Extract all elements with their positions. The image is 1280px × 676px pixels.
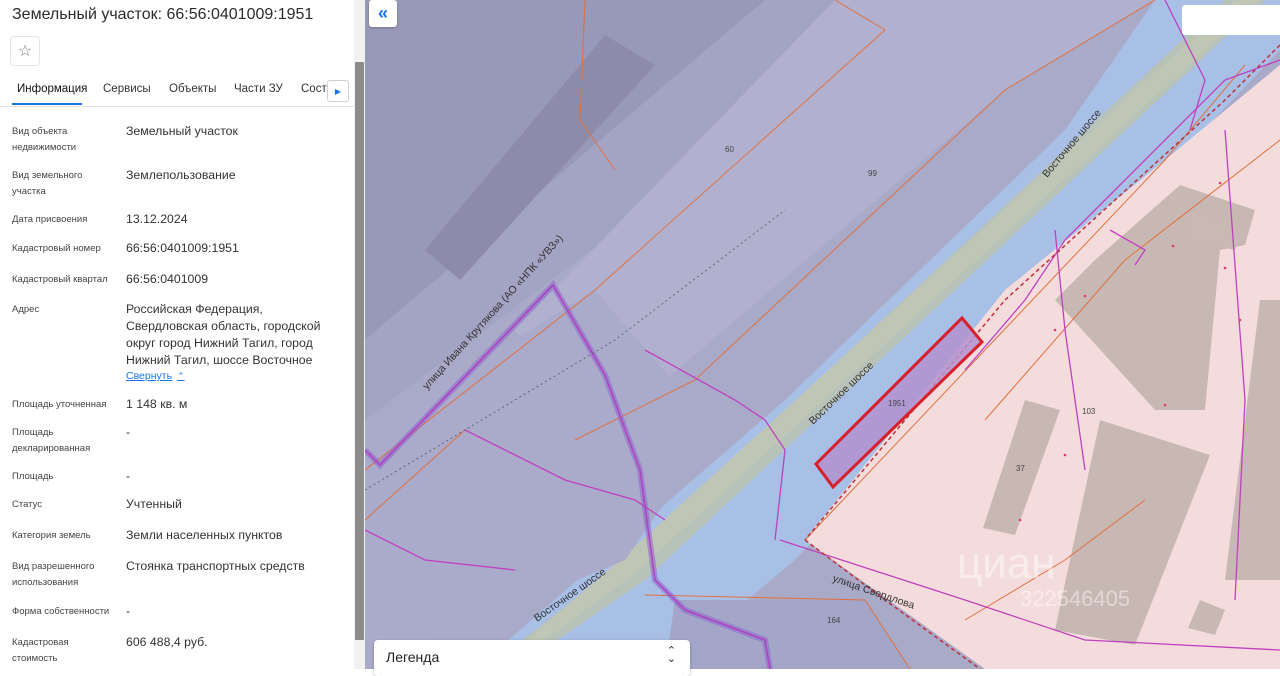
double-chevron-left-icon: « bbox=[377, 3, 388, 23]
legend-label: Легенда bbox=[386, 649, 440, 665]
tabs-scroll-right-button[interactable]: ▶ bbox=[327, 80, 349, 102]
favorite-button[interactable]: ☆ bbox=[10, 36, 40, 66]
lot-label-103: 103 bbox=[1082, 407, 1096, 416]
label-land-type: Вид земельного участка bbox=[12, 170, 83, 197]
value-status: Учтенный bbox=[126, 497, 182, 511]
lot-label-1951: 1951 bbox=[888, 399, 906, 408]
value-area-specified: 1 148 кв. м bbox=[126, 397, 188, 411]
cadastral-map[interactable]: циан 322546405 улица Ивана Крутякова (АО… bbox=[365, 0, 1280, 669]
lot-label-37: 37 bbox=[1016, 464, 1025, 473]
label-area-specified: Площадь уточненная bbox=[12, 399, 107, 410]
lot-label-60: 60 bbox=[725, 145, 734, 154]
value-area-declared: - bbox=[126, 425, 131, 439]
label-area: Площадь bbox=[12, 471, 54, 482]
chevron-right-icon: ▶ bbox=[334, 86, 342, 96]
map-canvas: циан 322546405 улица Ивана Крутякова (АО… bbox=[365, 0, 1280, 669]
value-cadastral-cost: 606 488,4 руб. bbox=[126, 635, 208, 649]
page-title: Земельный участок: 66:56:0401009:1951 bbox=[12, 6, 314, 23]
collapse-address-link[interactable]: Свернуть ⌃ bbox=[126, 370, 185, 382]
lot-label-164: 164 bbox=[827, 616, 841, 625]
map-search-box[interactable] bbox=[1182, 5, 1280, 35]
tab-parts[interactable]: Части ЗУ bbox=[234, 83, 283, 95]
label-status: Статус bbox=[12, 499, 43, 510]
value-permitted-use: Стоянка транспортных средств bbox=[126, 559, 305, 573]
tab-information[interactable]: Информация bbox=[17, 83, 87, 95]
chevron-up-icon: ⌃ bbox=[177, 370, 185, 381]
lot-label-99: 99 bbox=[868, 169, 877, 178]
label-address: Адрес bbox=[12, 304, 40, 315]
legend-dropdown[interactable]: Легенда ⌃ ⌄ bbox=[374, 640, 690, 676]
label-ownership: Форма собственности bbox=[12, 606, 110, 617]
value-cadastral-quarter: 66:56:0401009 bbox=[126, 272, 209, 286]
info-panel: Земельный участок: 66:56:0401009:1951 ☆ … bbox=[0, 0, 354, 669]
tab-composition[interactable]: Соста bbox=[301, 83, 327, 95]
label-cadastral-quarter: Кадастровый квартал bbox=[12, 274, 108, 285]
collapse-panel-button[interactable]: « bbox=[369, 0, 397, 27]
expand-collapse-icon: ⌃ ⌄ bbox=[666, 645, 676, 665]
watermark-brand: циан bbox=[957, 539, 1056, 588]
value-cadastral-number: 66:56:0401009:1951 bbox=[126, 241, 239, 255]
value-address: Российская Федерация, Свердловская облас… bbox=[126, 302, 321, 367]
label-land-category: Категория земель bbox=[12, 530, 91, 541]
label-cadastral-cost: Кадастровая стоимость bbox=[12, 637, 69, 664]
value-object-type: Земельный участок bbox=[126, 124, 238, 138]
value-land-category: Земли населенных пунктов bbox=[126, 528, 283, 542]
panel-scrollbar-thumb[interactable] bbox=[355, 62, 364, 640]
active-tab-indicator bbox=[12, 103, 82, 105]
value-assign-date: 13.12.2024 bbox=[126, 212, 188, 226]
value-area: - bbox=[126, 469, 131, 483]
collapse-label: Свернуть bbox=[126, 370, 173, 382]
watermark-id: 322546405 bbox=[1020, 586, 1130, 611]
label-permitted-use: Вид разрешенного использования bbox=[12, 561, 95, 588]
label-object-type: Вид объекта недвижимости bbox=[12, 126, 77, 153]
value-ownership: - bbox=[126, 604, 131, 618]
label-assign-date: Дата присвоения bbox=[12, 214, 88, 225]
label-cadastral-number: Кадастровый номер bbox=[12, 243, 101, 254]
tab-objects[interactable]: Объекты bbox=[169, 83, 216, 95]
star-icon: ☆ bbox=[17, 43, 33, 60]
tab-services[interactable]: Сервисы bbox=[103, 83, 151, 95]
label-area-declared: Площадь декларированная bbox=[12, 427, 91, 454]
value-land-type: Землепользование bbox=[126, 168, 236, 182]
